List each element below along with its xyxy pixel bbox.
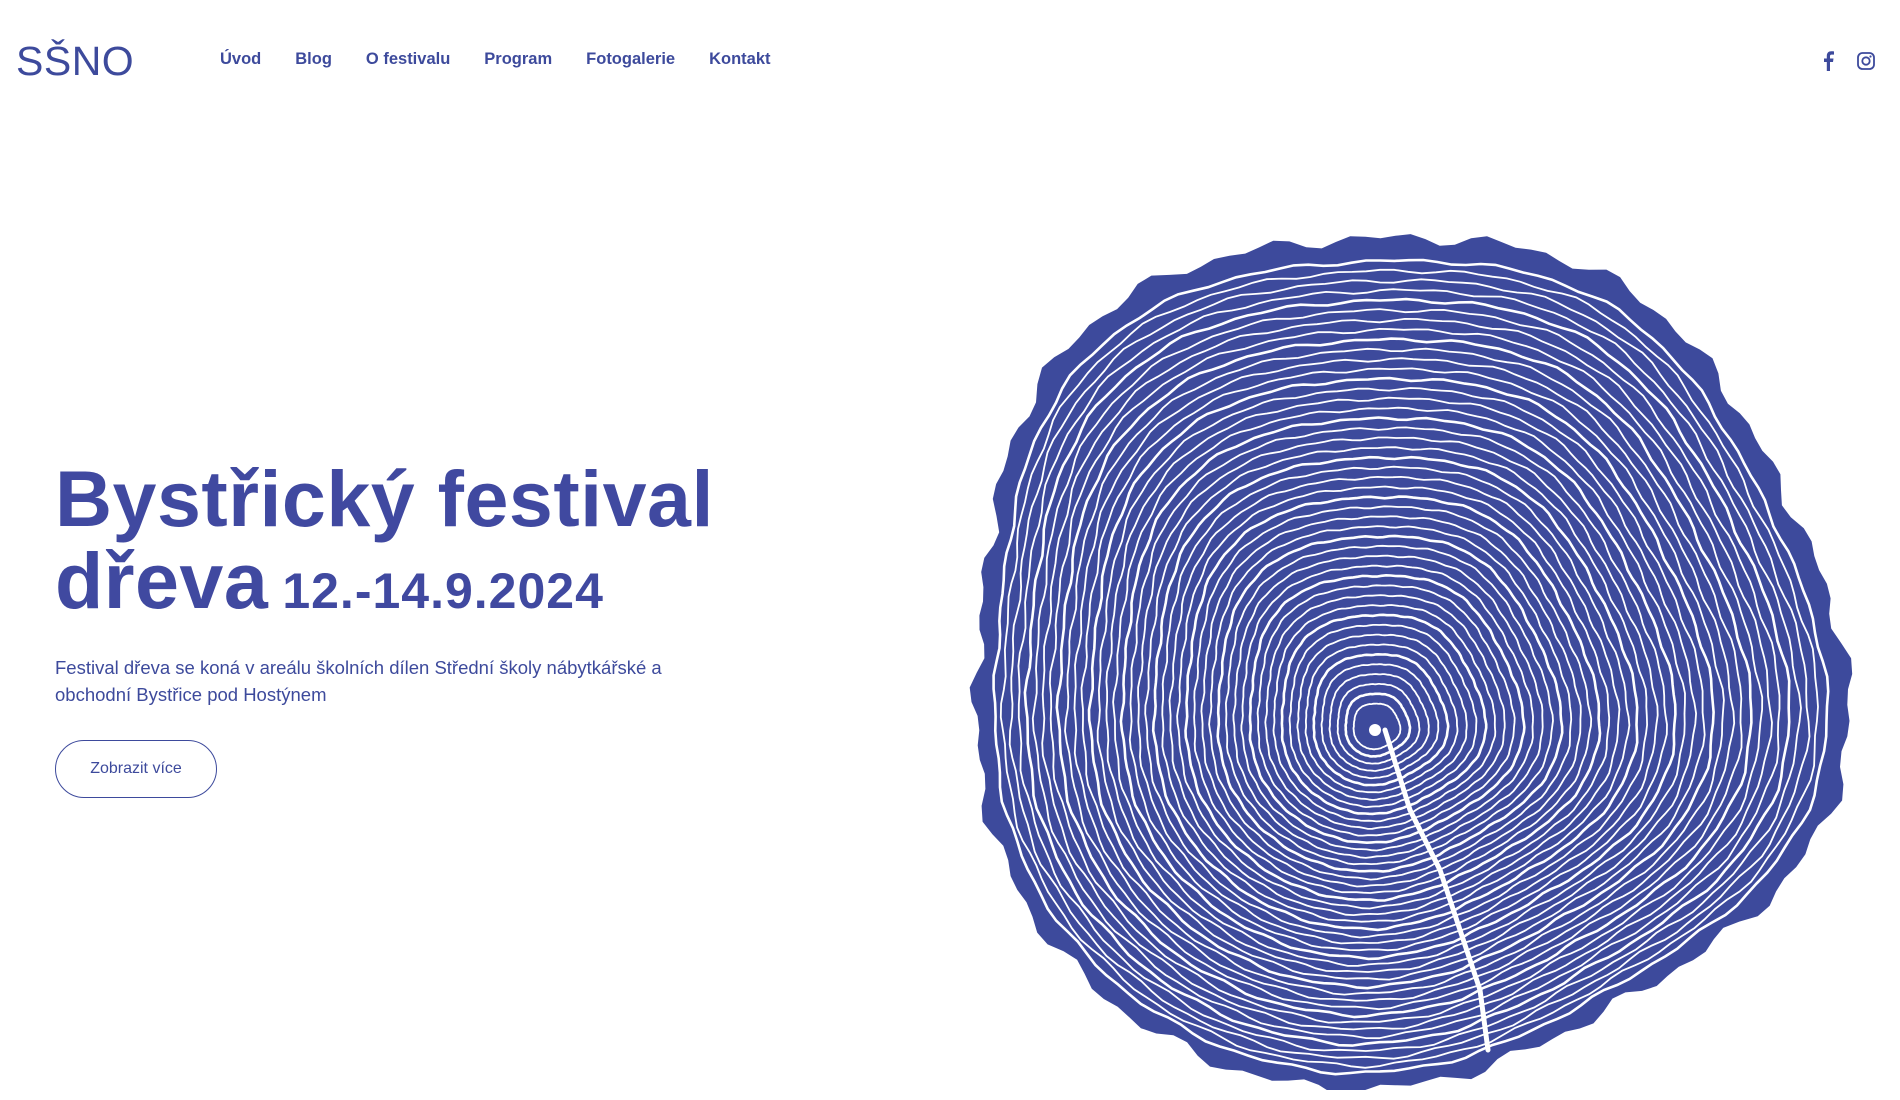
social-links — [1818, 50, 1876, 72]
tree-pith — [1369, 724, 1381, 736]
nav-item-fotogalerie[interactable]: Fotogalerie — [586, 50, 675, 69]
hero-date: 12.-14.9.2024 — [282, 563, 604, 619]
nav-item-kontakt[interactable]: Kontakt — [709, 50, 770, 69]
hero-description: Festival dřeva se koná v areálu školních… — [55, 657, 662, 705]
facebook-icon[interactable] — [1818, 50, 1838, 72]
site-logo[interactable]: SŠNO — [16, 38, 134, 85]
hero-title: Bystřický festival dřeva 12.-14.9.2024 — [55, 458, 714, 632]
nav-item-blog[interactable]: Blog — [295, 50, 332, 69]
nav-item-program[interactable]: Program — [484, 50, 552, 69]
hero-title-line1: Bystřický festival — [55, 454, 714, 543]
tree-rings-icon — [969, 234, 1853, 1090]
main-nav: Úvod Blog O festivalu Program Fotogaleri… — [220, 50, 805, 69]
nav-item-uvod[interactable]: Úvod — [220, 50, 261, 69]
page: SŠNO Úvod Blog O festivalu Program Fotog… — [0, 0, 1900, 1100]
instagram-icon[interactable] — [1856, 50, 1876, 72]
hero-title-line2: dřeva — [55, 536, 269, 625]
site-header: SŠNO Úvod Blog O festivalu Program Fotog… — [0, 0, 1900, 124]
tree-rings-group — [969, 234, 1853, 1090]
show-more-button[interactable]: Zobrazit více — [55, 740, 217, 798]
nav-item-o-festivalu[interactable]: O festivalu — [366, 50, 450, 69]
